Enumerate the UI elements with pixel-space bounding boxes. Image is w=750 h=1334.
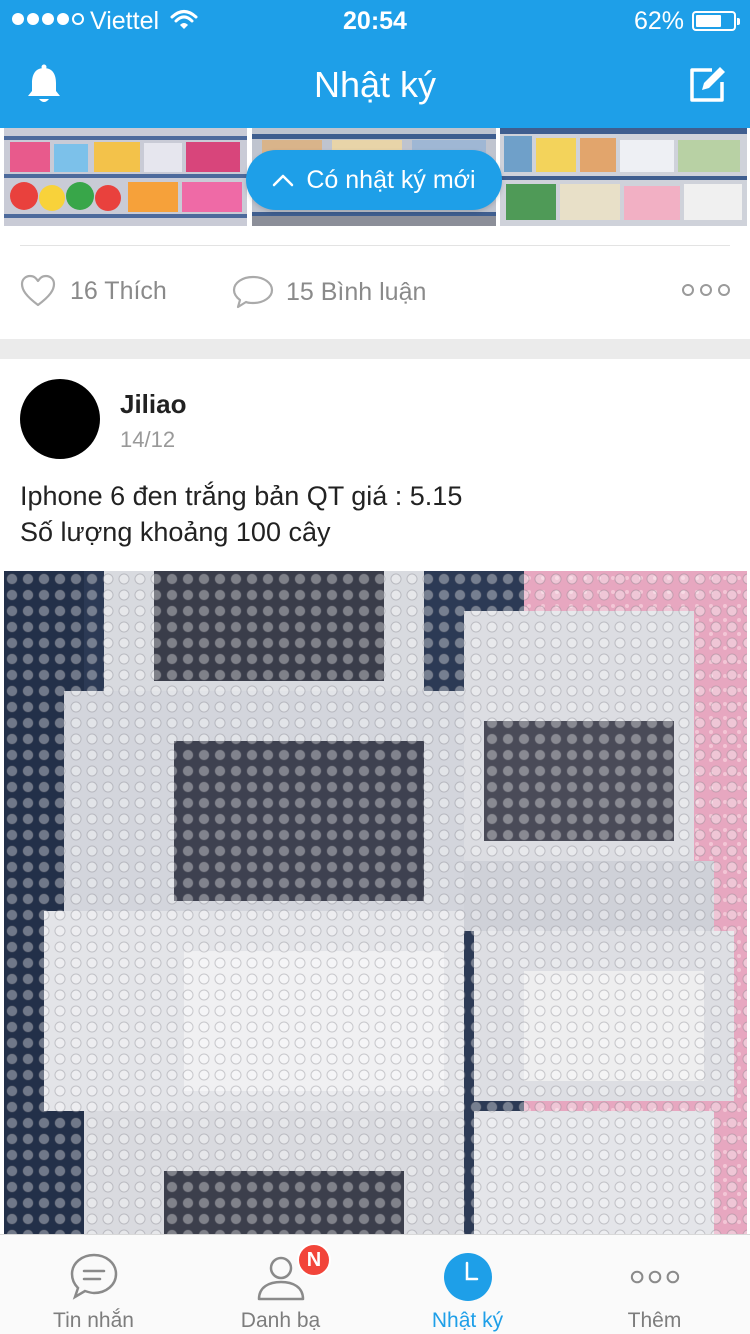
post-separator xyxy=(0,339,750,359)
more-dots-icon xyxy=(682,284,694,296)
page-title: Nhật ký xyxy=(313,64,437,105)
clock-icon xyxy=(443,1253,492,1301)
notification-badge: N xyxy=(297,1243,331,1277)
tab-label: Tin nhắn xyxy=(53,1309,134,1332)
tab-messages[interactable]: Tin nhắn xyxy=(0,1235,187,1334)
heart-icon xyxy=(20,274,56,307)
like-button[interactable]: 16 Thích xyxy=(20,274,167,308)
divider xyxy=(20,245,730,246)
post-date: 14/12 xyxy=(120,427,176,452)
comment-icon xyxy=(232,275,274,309)
like-count: 16 Thích xyxy=(70,276,167,305)
chevron-up-icon xyxy=(273,174,294,187)
tab-diary[interactable]: Nhật ký xyxy=(374,1235,561,1334)
post-text-line: Iphone 6 đen trắng bản QT giá : 5.15 xyxy=(20,481,463,511)
tab-more[interactable]: Thêm xyxy=(561,1235,748,1334)
compose-icon[interactable] xyxy=(686,64,728,106)
avatar[interactable] xyxy=(20,379,100,459)
post-text: Iphone 6 đen trắng bản QT giá : 5.15 Số … xyxy=(20,478,730,550)
tab-bar: Tin nhắn N Danh bạ Nhật ký Thêm xyxy=(0,1234,750,1334)
battery-icon xyxy=(692,11,740,31)
comment-count: 15 Bình luận xyxy=(286,277,427,306)
post-more-button[interactable] xyxy=(682,284,730,296)
new-posts-banner[interactable]: Có nhật ký mới xyxy=(246,150,502,210)
status-bar: Viettel 20:54 62% xyxy=(0,0,750,40)
post-image[interactable] xyxy=(4,571,747,1234)
post-photo[interactable] xyxy=(500,128,747,226)
post-author[interactable]: Jiliao xyxy=(120,389,186,420)
tab-label: Danh bạ xyxy=(240,1309,321,1332)
tab-label: Thêm xyxy=(627,1309,682,1332)
post-photo[interactable] xyxy=(4,128,247,226)
comment-button[interactable]: 15 Bình luận xyxy=(232,274,426,310)
battery-percent: 62% xyxy=(633,7,684,35)
new-posts-banner-label: Có nhật ký mới xyxy=(306,165,476,194)
tab-label: Nhật ký xyxy=(431,1309,504,1332)
more-dots-icon xyxy=(630,1270,679,1284)
top-bar: Viettel 20:54 62% Nhật ký xyxy=(0,0,750,128)
post-text-line: Số lượng khoảng 100 cây xyxy=(20,517,331,547)
post-actions: 16 Thích 15 Bình luận xyxy=(0,268,750,318)
tab-contacts[interactable]: N Danh bạ xyxy=(187,1235,374,1334)
chat-bubble-icon xyxy=(70,1253,117,1300)
